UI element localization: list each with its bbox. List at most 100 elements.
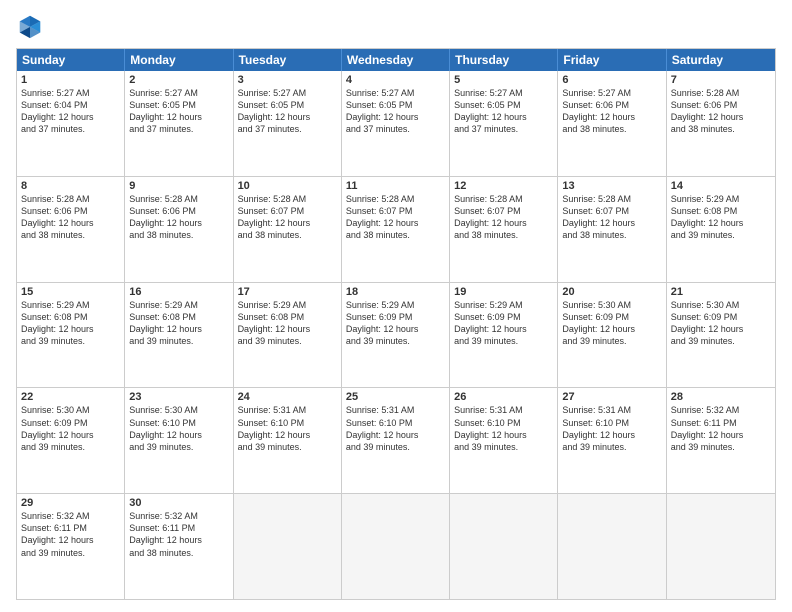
day-info: Sunrise: 5:28 AMSunset: 6:06 PMDaylight:… [21, 193, 120, 242]
day-number: 6 [562, 74, 661, 86]
day-info: Sunrise: 5:28 AMSunset: 6:07 PMDaylight:… [238, 193, 337, 242]
day-info: Sunrise: 5:28 AMSunset: 6:07 PMDaylight:… [454, 193, 553, 242]
day-number: 21 [671, 286, 771, 298]
calendar-cell-day-8: 8Sunrise: 5:28 AMSunset: 6:06 PMDaylight… [17, 177, 125, 282]
day-info: Sunrise: 5:29 AMSunset: 6:08 PMDaylight:… [671, 193, 771, 242]
calendar-cell-day-21: 21Sunrise: 5:30 AMSunset: 6:09 PMDayligh… [667, 283, 775, 388]
day-info: Sunrise: 5:31 AMSunset: 6:10 PMDaylight:… [238, 404, 337, 453]
calendar-page: SundayMondayTuesdayWednesdayThursdayFrid… [0, 0, 792, 612]
day-number: 5 [454, 74, 553, 86]
day-number: 24 [238, 391, 337, 403]
calendar-cell-day-1: 1Sunrise: 5:27 AMSunset: 6:04 PMDaylight… [17, 71, 125, 176]
calendar-cell-day-17: 17Sunrise: 5:29 AMSunset: 6:08 PMDayligh… [234, 283, 342, 388]
day-info: Sunrise: 5:27 AMSunset: 6:05 PMDaylight:… [238, 87, 337, 136]
weekday-header-monday: Monday [125, 49, 233, 71]
calendar-cell-empty [558, 494, 666, 599]
day-info: Sunrise: 5:29 AMSunset: 6:09 PMDaylight:… [346, 299, 445, 348]
weekday-header-sunday: Sunday [17, 49, 125, 71]
day-info: Sunrise: 5:30 AMSunset: 6:09 PMDaylight:… [21, 404, 120, 453]
weekday-header-saturday: Saturday [667, 49, 775, 71]
calendar-cell-day-9: 9Sunrise: 5:28 AMSunset: 6:06 PMDaylight… [125, 177, 233, 282]
day-number: 30 [129, 497, 228, 509]
header [16, 12, 776, 40]
calendar-row-5: 29Sunrise: 5:32 AMSunset: 6:11 PMDayligh… [17, 493, 775, 599]
day-info: Sunrise: 5:27 AMSunset: 6:04 PMDaylight:… [21, 87, 120, 136]
calendar-cell-day-20: 20Sunrise: 5:30 AMSunset: 6:09 PMDayligh… [558, 283, 666, 388]
day-number: 13 [562, 180, 661, 192]
calendar-body: 1Sunrise: 5:27 AMSunset: 6:04 PMDaylight… [17, 71, 775, 599]
day-info: Sunrise: 5:31 AMSunset: 6:10 PMDaylight:… [454, 404, 553, 453]
day-info: Sunrise: 5:32 AMSunset: 6:11 PMDaylight:… [21, 510, 120, 559]
day-number: 7 [671, 74, 771, 86]
day-info: Sunrise: 5:29 AMSunset: 6:08 PMDaylight:… [238, 299, 337, 348]
calendar-cell-day-13: 13Sunrise: 5:28 AMSunset: 6:07 PMDayligh… [558, 177, 666, 282]
calendar-row-4: 22Sunrise: 5:30 AMSunset: 6:09 PMDayligh… [17, 387, 775, 493]
calendar-cell-day-15: 15Sunrise: 5:29 AMSunset: 6:08 PMDayligh… [17, 283, 125, 388]
day-number: 23 [129, 391, 228, 403]
day-info: Sunrise: 5:28 AMSunset: 6:07 PMDaylight:… [346, 193, 445, 242]
calendar-cell-empty [342, 494, 450, 599]
day-info: Sunrise: 5:27 AMSunset: 6:06 PMDaylight:… [562, 87, 661, 136]
calendar-cell-day-24: 24Sunrise: 5:31 AMSunset: 6:10 PMDayligh… [234, 388, 342, 493]
day-number: 25 [346, 391, 445, 403]
day-number: 9 [129, 180, 228, 192]
day-number: 28 [671, 391, 771, 403]
calendar-cell-day-30: 30Sunrise: 5:32 AMSunset: 6:11 PMDayligh… [125, 494, 233, 599]
day-info: Sunrise: 5:29 AMSunset: 6:09 PMDaylight:… [454, 299, 553, 348]
day-number: 8 [21, 180, 120, 192]
day-info: Sunrise: 5:27 AMSunset: 6:05 PMDaylight:… [129, 87, 228, 136]
calendar-cell-day-4: 4Sunrise: 5:27 AMSunset: 6:05 PMDaylight… [342, 71, 450, 176]
day-number: 2 [129, 74, 228, 86]
day-number: 17 [238, 286, 337, 298]
calendar-cell-day-11: 11Sunrise: 5:28 AMSunset: 6:07 PMDayligh… [342, 177, 450, 282]
day-number: 10 [238, 180, 337, 192]
calendar-cell-day-23: 23Sunrise: 5:30 AMSunset: 6:10 PMDayligh… [125, 388, 233, 493]
day-number: 20 [562, 286, 661, 298]
day-number: 4 [346, 74, 445, 86]
day-info: Sunrise: 5:28 AMSunset: 6:06 PMDaylight:… [129, 193, 228, 242]
day-number: 29 [21, 497, 120, 509]
calendar-cell-day-18: 18Sunrise: 5:29 AMSunset: 6:09 PMDayligh… [342, 283, 450, 388]
calendar-cell-empty [667, 494, 775, 599]
calendar-row-1: 1Sunrise: 5:27 AMSunset: 6:04 PMDaylight… [17, 71, 775, 176]
day-number: 22 [21, 391, 120, 403]
logo-icon [16, 12, 44, 40]
calendar-cell-day-5: 5Sunrise: 5:27 AMSunset: 6:05 PMDaylight… [450, 71, 558, 176]
day-info: Sunrise: 5:28 AMSunset: 6:06 PMDaylight:… [671, 87, 771, 136]
calendar-cell-day-25: 25Sunrise: 5:31 AMSunset: 6:10 PMDayligh… [342, 388, 450, 493]
calendar-cell-day-28: 28Sunrise: 5:32 AMSunset: 6:11 PMDayligh… [667, 388, 775, 493]
day-info: Sunrise: 5:30 AMSunset: 6:09 PMDaylight:… [671, 299, 771, 348]
day-info: Sunrise: 5:29 AMSunset: 6:08 PMDaylight:… [21, 299, 120, 348]
day-number: 3 [238, 74, 337, 86]
weekday-header-thursday: Thursday [450, 49, 558, 71]
day-number: 26 [454, 391, 553, 403]
day-info: Sunrise: 5:29 AMSunset: 6:08 PMDaylight:… [129, 299, 228, 348]
calendar-cell-day-12: 12Sunrise: 5:28 AMSunset: 6:07 PMDayligh… [450, 177, 558, 282]
day-number: 16 [129, 286, 228, 298]
calendar-cell-day-27: 27Sunrise: 5:31 AMSunset: 6:10 PMDayligh… [558, 388, 666, 493]
calendar-cell-day-16: 16Sunrise: 5:29 AMSunset: 6:08 PMDayligh… [125, 283, 233, 388]
calendar-cell-day-2: 2Sunrise: 5:27 AMSunset: 6:05 PMDaylight… [125, 71, 233, 176]
day-info: Sunrise: 5:27 AMSunset: 6:05 PMDaylight:… [454, 87, 553, 136]
day-info: Sunrise: 5:32 AMSunset: 6:11 PMDaylight:… [671, 404, 771, 453]
weekday-header-friday: Friday [558, 49, 666, 71]
calendar-cell-day-7: 7Sunrise: 5:28 AMSunset: 6:06 PMDaylight… [667, 71, 775, 176]
calendar: SundayMondayTuesdayWednesdayThursdayFrid… [16, 48, 776, 600]
day-info: Sunrise: 5:31 AMSunset: 6:10 PMDaylight:… [562, 404, 661, 453]
calendar-cell-day-19: 19Sunrise: 5:29 AMSunset: 6:09 PMDayligh… [450, 283, 558, 388]
day-info: Sunrise: 5:30 AMSunset: 6:10 PMDaylight:… [129, 404, 228, 453]
day-info: Sunrise: 5:31 AMSunset: 6:10 PMDaylight:… [346, 404, 445, 453]
day-info: Sunrise: 5:30 AMSunset: 6:09 PMDaylight:… [562, 299, 661, 348]
weekday-header-wednesday: Wednesday [342, 49, 450, 71]
calendar-cell-day-26: 26Sunrise: 5:31 AMSunset: 6:10 PMDayligh… [450, 388, 558, 493]
calendar-cell-day-29: 29Sunrise: 5:32 AMSunset: 6:11 PMDayligh… [17, 494, 125, 599]
day-info: Sunrise: 5:28 AMSunset: 6:07 PMDaylight:… [562, 193, 661, 242]
day-number: 19 [454, 286, 553, 298]
calendar-cell-day-22: 22Sunrise: 5:30 AMSunset: 6:09 PMDayligh… [17, 388, 125, 493]
calendar-row-2: 8Sunrise: 5:28 AMSunset: 6:06 PMDaylight… [17, 176, 775, 282]
day-number: 15 [21, 286, 120, 298]
day-number: 1 [21, 74, 120, 86]
calendar-header: SundayMondayTuesdayWednesdayThursdayFrid… [17, 49, 775, 71]
calendar-row-3: 15Sunrise: 5:29 AMSunset: 6:08 PMDayligh… [17, 282, 775, 388]
calendar-cell-day-3: 3Sunrise: 5:27 AMSunset: 6:05 PMDaylight… [234, 71, 342, 176]
